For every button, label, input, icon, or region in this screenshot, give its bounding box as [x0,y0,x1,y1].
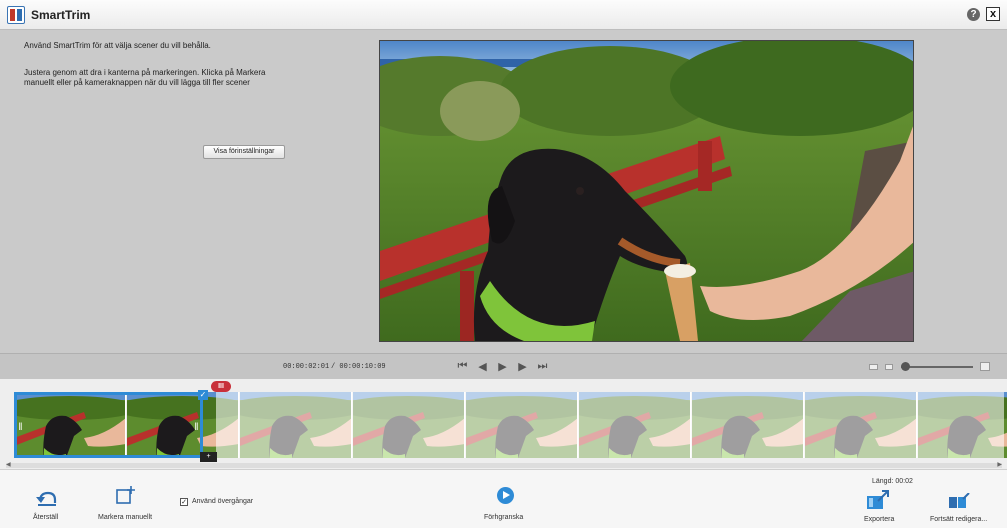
scroll-right-icon[interactable]: ▶ [997,461,1002,468]
camera-add-icon[interactable]: + [200,452,217,462]
preview-play-icon[interactable] [497,487,514,504]
show-presets-button[interactable]: Visa förinställningar [203,145,285,159]
instruction-line-1: Använd SmartTrim för att välja scener du… [24,41,211,50]
zoom-out-icon[interactable] [869,364,878,370]
workspace: Använd SmartTrim för att välja scener du… [0,30,1007,353]
play-icon[interactable]: ▶ [496,360,509,373]
video-preview[interactable] [379,40,914,342]
undo-label[interactable]: Återställ [33,514,58,521]
continue-editing-label[interactable]: Fortsätt redigera... [930,516,987,523]
step-forward-icon[interactable]: ▶ [516,360,529,373]
export-icon[interactable] [866,490,890,510]
use-transitions-checkbox[interactable]: ✓ [180,498,188,506]
scene-marker[interactable]: III [211,381,231,392]
zoom-slider-track[interactable] [901,366,973,368]
export-label[interactable]: Exportera [864,516,894,523]
skip-to-end-icon[interactable]: ⏭ [536,360,549,373]
timeline: ‖ ‖ III ✓ + ◀ ▶ [0,379,1007,469]
continue-editing-icon[interactable] [948,493,970,509]
help-icon[interactable]: ? [967,8,980,21]
scroll-left-icon[interactable]: ◀ [6,461,11,468]
zoom-small-icon[interactable] [885,364,893,370]
mark-manual-label[interactable]: Markera manuellt [98,514,152,521]
title-bar: SmartTrim ? x [0,0,1007,30]
video-frame-image [380,41,913,341]
thumbnail-strip[interactable]: ‖ ‖ III ✓ + [14,381,1007,462]
smarttrim-app-icon [7,6,25,24]
timeline-scrollbar[interactable]: ◀ ▶ [6,461,1002,468]
length-label: Längd: 00:02 [872,478,913,485]
bottom-toolbar: Återställ Markera manuellt ✓ Använd över… [0,469,1007,528]
check-icon: ✓ [198,390,208,400]
transport-controls: ⏮ ◀ ▶ ▶ ⏭ [456,360,549,373]
preview-label[interactable]: Förhgranska [484,514,523,521]
skip-to-start-icon[interactable]: ⏮ [456,360,469,373]
current-timecode: 00:00:02:01 [283,363,330,371]
step-back-icon[interactable]: ◀ [476,360,489,373]
instruction-line-2: Justera genom att dra i kanterna på mark… [24,68,266,87]
selected-scene[interactable]: ‖ ‖ [14,392,203,458]
trim-handle-right[interactable]: ‖ [193,417,200,439]
undo-icon[interactable] [36,489,58,507]
total-timecode: / 00:00:10:09 [331,363,386,371]
unselected-region [216,392,1004,458]
playback-control-bar: 00:00:02:01 / 00:00:10:09 ⏮ ◀ ▶ ▶ ⏭ [0,353,1007,379]
zoom-slider-thumb[interactable] [900,362,910,371]
mark-manual-icon[interactable] [116,485,136,505]
zoom-in-icon[interactable] [980,362,990,371]
trim-handle-left[interactable]: ‖ [17,417,24,439]
window-title: SmartTrim [31,8,91,22]
use-transitions-label[interactable]: Använd övergångar [192,498,253,505]
close-icon[interactable]: x [986,7,1000,21]
